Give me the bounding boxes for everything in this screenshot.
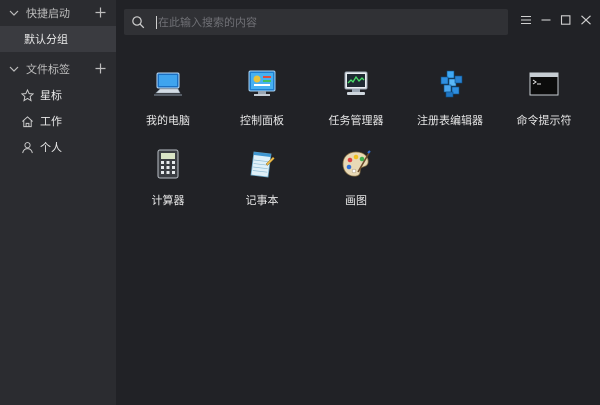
close-icon[interactable] [580, 14, 592, 26]
app-label: 计算器 [151, 194, 185, 207]
app-registry-editor[interactable]: 注册表编辑器 [402, 66, 498, 128]
sidebar-item-label: 星标 [40, 89, 62, 102]
home-icon [20, 114, 34, 128]
maximize-icon[interactable] [560, 14, 572, 26]
sidebar-item-personal[interactable]: 个人 [0, 134, 116, 160]
add-group-icon[interactable] [94, 6, 106, 18]
app-notepad[interactable]: 记事本 [214, 146, 310, 208]
command-prompt-icon [526, 66, 562, 102]
app-control-panel[interactable]: 控制面板 [214, 66, 310, 128]
app-label: 我的电脑 [146, 114, 190, 127]
sidebar-item-star[interactable]: 星标 [0, 82, 116, 108]
sidebar-item-default-group[interactable]: 默认分组 [0, 26, 116, 52]
search-icon[interactable] [130, 14, 146, 30]
menu-icon[interactable] [520, 14, 532, 26]
notepad-icon [244, 146, 280, 182]
app-window: 快捷启动 默认分组 文件标签 星标 工作 个人 在此输入搜索的内容 我的电脑 控… [0, 0, 600, 405]
app-label: 控制面板 [240, 114, 284, 127]
app-my-computer[interactable]: 我的电脑 [120, 66, 216, 128]
control-panel-icon [244, 66, 280, 102]
calculator-icon [150, 146, 186, 182]
minimize-icon[interactable] [540, 14, 552, 26]
computer-icon [150, 66, 186, 102]
section-title: 快捷启动 [26, 7, 70, 20]
chevron-down-icon[interactable] [8, 63, 20, 75]
sidebar-item-label: 工作 [40, 115, 62, 128]
sidebar-item-label: 个人 [40, 141, 62, 154]
app-paint[interactable]: 画图 [308, 146, 404, 208]
user-icon [20, 140, 34, 154]
section-file-tags[interactable]: 文件标签 [0, 56, 116, 82]
window-controls [520, 14, 592, 26]
app-label: 命令提示符 [516, 114, 572, 127]
section-quick-launch[interactable]: 快捷启动 [0, 0, 116, 26]
app-label: 画图 [345, 194, 367, 207]
app-label: 记事本 [245, 194, 279, 207]
app-label: 任务管理器 [328, 114, 384, 127]
app-task-manager[interactable]: 任务管理器 [308, 66, 404, 128]
chevron-down-icon[interactable] [8, 7, 20, 19]
sidebar-item-label: 默认分组 [24, 33, 68, 46]
task-manager-icon [338, 66, 374, 102]
paint-icon [338, 146, 374, 182]
add-tag-icon[interactable] [94, 62, 106, 74]
search-bar [124, 9, 508, 35]
sidebar-item-work[interactable]: 工作 [0, 108, 116, 134]
app-calculator[interactable]: 计算器 [120, 146, 216, 208]
app-command-prompt[interactable]: 命令提示符 [496, 66, 592, 128]
sidebar: 快捷启动 默认分组 文件标签 星标 工作 个人 [0, 0, 116, 405]
section-title: 文件标签 [26, 63, 70, 76]
search-input[interactable] [157, 14, 508, 30]
registry-editor-icon [432, 66, 468, 102]
app-label: 注册表编辑器 [417, 114, 483, 127]
star-icon [20, 88, 34, 102]
